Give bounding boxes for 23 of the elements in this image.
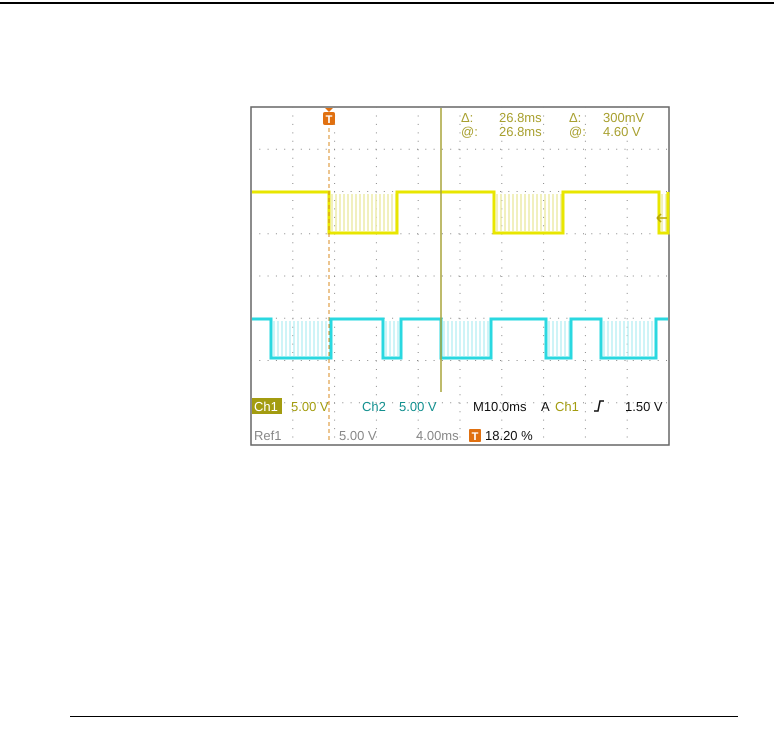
cursor-time-value: 26.8ms [499, 110, 542, 125]
arrow-left-icon [656, 213, 668, 223]
cursor-time-value: 26.8ms [499, 124, 542, 139]
trigger-position-marker: T [469, 429, 481, 443]
channel-label: Ch1 [252, 398, 282, 414]
channel-scale: 5.00 V [399, 399, 437, 414]
rising-edge-icon [594, 400, 604, 412]
acquisition-mode: A [541, 399, 550, 414]
cursor-label: @: [569, 124, 586, 139]
trigger-source: Ch1 [555, 399, 579, 414]
cursor-label: @: [461, 124, 478, 139]
reference-label: Ref1 [254, 428, 282, 443]
channel-label: Ch2 [362, 399, 386, 414]
cursor-voltage-value: 300mV [603, 110, 644, 125]
cursor-voltage-value: 4.60 V [603, 124, 641, 139]
cursor-label: Δ: [569, 110, 582, 125]
reference-scale: 5.00 V [339, 428, 377, 443]
channel-scale: 5.00 V [291, 399, 329, 414]
timebase-value: M10.0ms [473, 399, 526, 414]
reference-time: 4.00ms [416, 428, 459, 443]
cursor-label: Δ: [461, 110, 474, 125]
trigger-position-value: 18.20 % [485, 428, 533, 443]
trigger-level: 1.50 V [625, 399, 663, 414]
